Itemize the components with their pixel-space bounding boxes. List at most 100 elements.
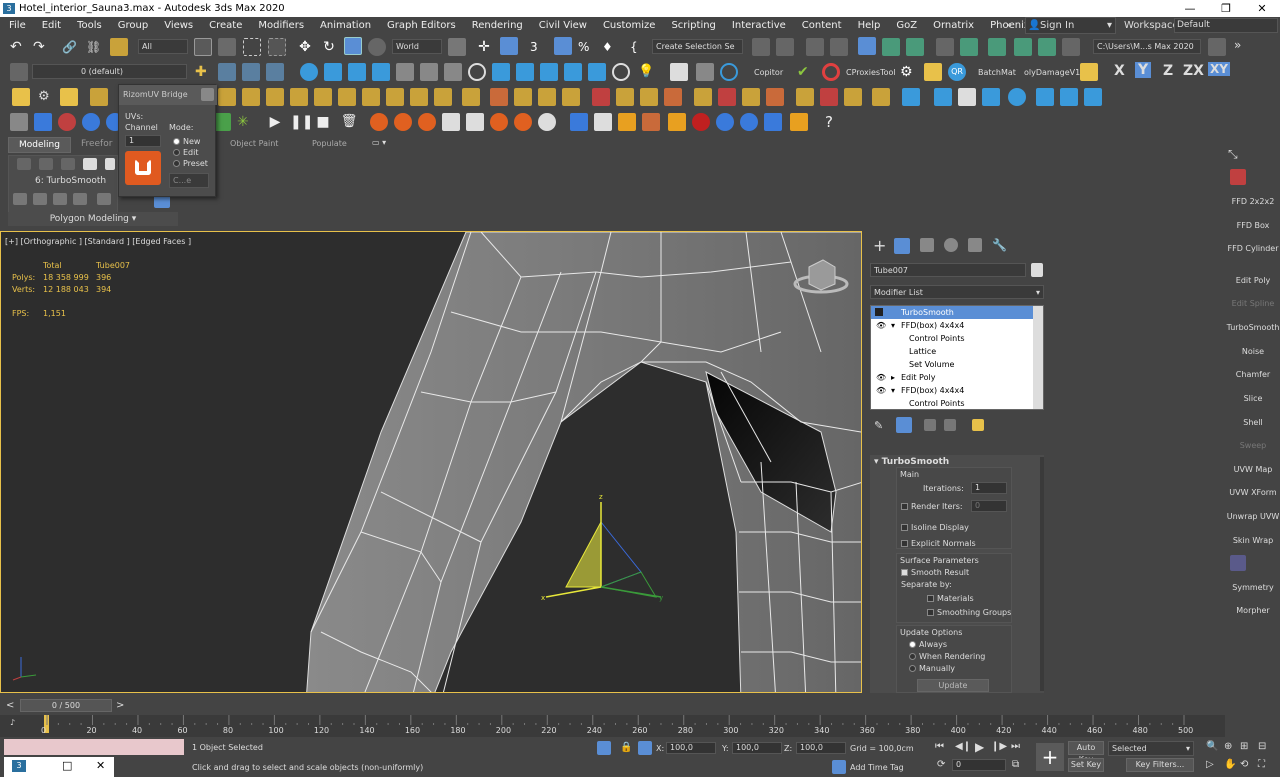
modifier-btn-shell[interactable]: Shell xyxy=(1226,418,1280,427)
helper-icon[interactable] xyxy=(348,63,366,81)
go-to-start-icon[interactable]: ⏮ xyxy=(935,741,944,752)
render-iters-spinner[interactable]: 0 xyxy=(971,500,1007,512)
clip-icon[interactable] xyxy=(444,63,462,81)
modifier-btn-ffd-2x2x2[interactable]: FFD 2x2x2 xyxy=(1226,197,1280,206)
maximize-viewport-icon[interactable]: ⛶ xyxy=(1258,759,1265,770)
cube-icon[interactable] xyxy=(34,113,52,131)
menu-graph-editors[interactable]: Graph Editors xyxy=(378,20,463,31)
stack-item-ffd-box-2[interactable]: 👁 ▾ FFD(box) 4x4x4 xyxy=(871,384,1043,397)
splash-red-icon[interactable] xyxy=(692,113,710,131)
update-button[interactable]: Update xyxy=(917,679,989,692)
modifier-btn-symmetry[interactable]: Symmetry xyxy=(1226,583,1280,592)
menu-edit[interactable]: Edit xyxy=(33,20,68,31)
smoothing-groups-checkbox[interactable]: Smoothing Groups xyxy=(927,608,1011,617)
rendered-frame-icon[interactable] xyxy=(988,38,1006,56)
helmet-icon[interactable] xyxy=(60,88,78,106)
select-manipulate-icon[interactable]: ✛ xyxy=(475,38,493,56)
box-icon[interactable] xyxy=(10,113,28,131)
select-object-icon[interactable] xyxy=(194,38,212,56)
screen-icon[interactable] xyxy=(516,63,534,81)
turbosmooth-rollout-title[interactable]: ▾ TurboSmooth xyxy=(874,457,949,467)
axis-y-button[interactable]: Y xyxy=(1135,62,1152,78)
modifier-btn-ffd-box[interactable]: FFD Box xyxy=(1226,221,1280,230)
hair-style-icon[interactable] xyxy=(844,88,862,106)
chevron-right-icon[interactable]: ▸ xyxy=(891,371,895,384)
menu-content[interactable]: Content xyxy=(793,20,849,31)
add-time-tag-label[interactable]: Add Time Tag xyxy=(850,763,904,772)
window-crossing-icon[interactable] xyxy=(268,38,286,56)
scale-icon[interactable] xyxy=(344,37,362,55)
table-icon[interactable] xyxy=(396,63,414,81)
modifier-btn-ffd-cylinder[interactable]: FFD Cylinder xyxy=(1226,244,1280,253)
isoline-display-checkbox[interactable]: Isoline Display xyxy=(901,523,969,532)
stack-subitem-set-volume[interactable]: Set Volume xyxy=(871,358,1043,371)
gizmo-xy-plane[interactable] xyxy=(599,571,657,598)
move-icon[interactable]: ✥ xyxy=(296,38,314,56)
axis-z-button[interactable]: Z xyxy=(1163,63,1173,79)
pan-icon[interactable]: ✋ xyxy=(1224,759,1236,770)
snaps-toggle-icon[interactable]: 3 xyxy=(530,38,548,56)
brush-icon[interactable] xyxy=(218,88,236,106)
render-iterative-icon[interactable] xyxy=(1038,38,1056,56)
rollout-scrollbar[interactable] xyxy=(1040,457,1044,691)
modifier-btn-edit-poly[interactable]: Edit Poly xyxy=(1226,276,1280,285)
beer-icon[interactable] xyxy=(618,113,636,131)
project-folder-icon[interactable] xyxy=(1208,38,1226,56)
angle-snap-icon[interactable] xyxy=(554,37,572,55)
strands-icon[interactable] xyxy=(242,88,260,106)
set-key-icon[interactable]: + xyxy=(1036,743,1064,771)
gear-icon[interactable]: ⚙ xyxy=(38,88,56,106)
axis-zx-button[interactable]: ZX xyxy=(1183,63,1204,79)
explosion-icon[interactable] xyxy=(490,113,508,131)
modifier-btn-unwrap-uvw[interactable]: Unwrap UVW xyxy=(1226,512,1280,521)
stack-remove-icon[interactable] xyxy=(73,193,87,205)
fur-red-icon[interactable] xyxy=(592,88,610,106)
zoom-extents-icon[interactable]: ⊞ xyxy=(1240,741,1248,752)
add-to-layer-icon[interactable] xyxy=(218,63,236,81)
trash-icon[interactable]: 🗑 xyxy=(340,113,358,131)
project-path-dropdown[interactable]: C:\Users\M...s Max 2020 xyxy=(1093,39,1201,54)
hierarchy-tab-icon[interactable] xyxy=(920,238,934,252)
layer-manager-icon[interactable] xyxy=(10,63,28,81)
record-icon[interactable] xyxy=(1084,88,1102,106)
modifier-btn-edit-spline[interactable]: Edit Spline xyxy=(1226,299,1280,308)
render-iters-checkbox[interactable]: Render Iters: xyxy=(901,502,963,511)
hair-length-icon[interactable] xyxy=(386,88,404,106)
axis-xy-button[interactable]: XY xyxy=(1208,62,1230,76)
hair-clump-icon[interactable] xyxy=(362,88,380,106)
time-prev-icon[interactable]: < xyxy=(6,700,14,711)
toggle-ribbon-icon[interactable] xyxy=(858,37,876,55)
polygon-icon[interactable] xyxy=(83,158,97,170)
mirror-icon[interactable] xyxy=(752,38,770,56)
current-frame-field[interactable]: 0 xyxy=(952,759,1006,771)
next-frame-icon[interactable]: ❙▶ xyxy=(991,741,1007,752)
paint-bucket-icon[interactable] xyxy=(934,88,952,106)
cproxies-label[interactable]: CProxiesTool xyxy=(846,68,896,77)
rect-selection-icon[interactable] xyxy=(243,38,261,56)
smoke-icon[interactable] xyxy=(442,113,460,131)
gizmo-y-axis[interactable] xyxy=(600,586,662,598)
pen-icon[interactable] xyxy=(982,88,1000,106)
shirt-icon[interactable] xyxy=(958,88,976,106)
batchmat-label[interactable]: BatchMat xyxy=(978,68,1016,77)
menu-tools[interactable]: Tools xyxy=(68,20,109,31)
pin-stack-icon[interactable]: ✎ xyxy=(874,419,883,432)
hair-export-icon[interactable] xyxy=(718,88,736,106)
set-key-button[interactable]: Set Key xyxy=(1068,758,1104,772)
make-unique-icon[interactable] xyxy=(924,419,936,431)
stack-config-icon[interactable] xyxy=(97,193,111,205)
water-icon[interactable] xyxy=(570,113,588,131)
keyboard-shortcut-override-icon[interactable] xyxy=(500,37,518,55)
scene-explorer-icon[interactable] xyxy=(806,38,824,56)
wave-icon[interactable] xyxy=(764,113,782,131)
stack-unique-icon[interactable] xyxy=(53,193,67,205)
sphere-icon[interactable] xyxy=(1008,88,1026,106)
z-coordinate-field[interactable]: 100,0 xyxy=(796,742,846,754)
gizmo-x-axis[interactable] xyxy=(545,586,602,598)
menu-customize[interactable]: Customize xyxy=(594,20,663,31)
stack-subitem-lattice[interactable]: Lattice xyxy=(871,345,1043,358)
viewport-icon[interactable] xyxy=(902,88,920,106)
hair-edit-icon[interactable] xyxy=(796,88,814,106)
auto-key-button[interactable]: Auto Key xyxy=(1068,741,1104,764)
always-radio[interactable]: Always xyxy=(909,640,947,649)
